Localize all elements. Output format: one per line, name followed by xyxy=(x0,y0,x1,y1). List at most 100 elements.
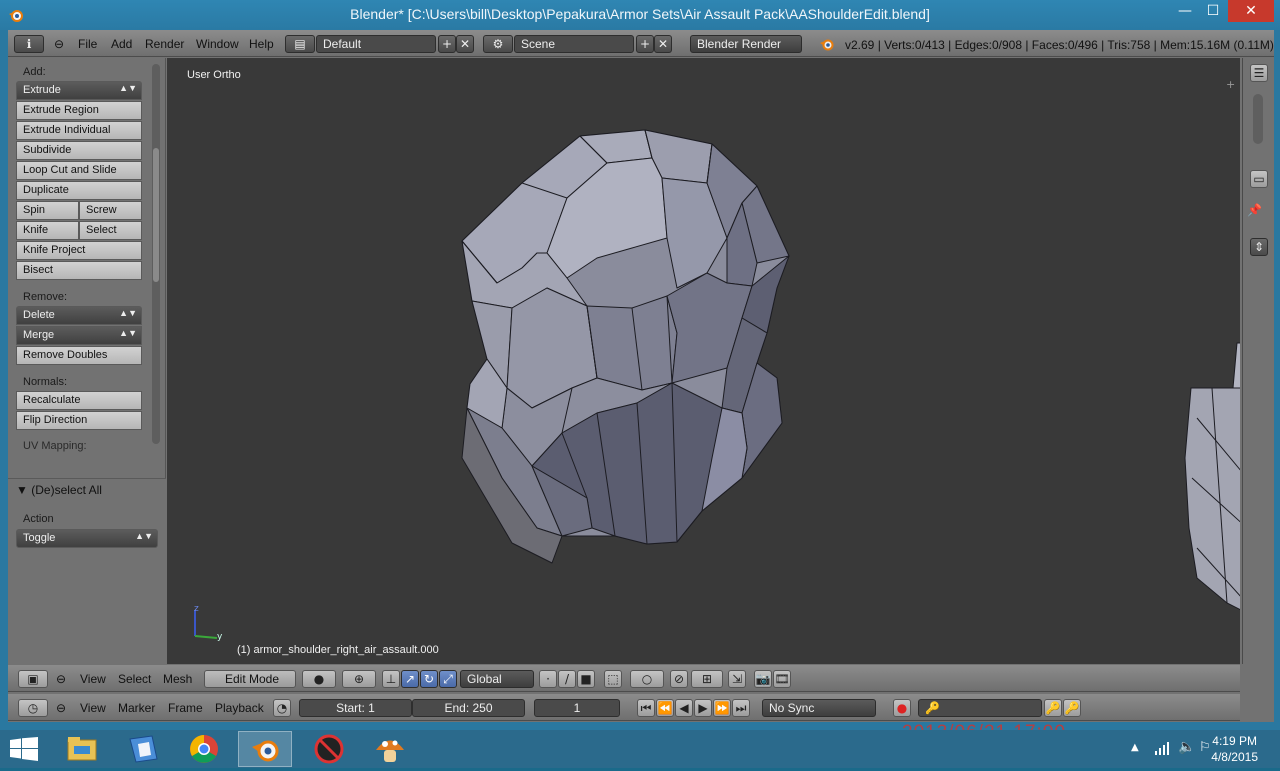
menu-window[interactable]: Window xyxy=(196,37,239,51)
minimize-button[interactable]: — xyxy=(1170,0,1200,22)
properties-toggle-icon[interactable]: + xyxy=(1226,78,1235,91)
blocked-app-icon[interactable] xyxy=(302,731,356,767)
action-center-icon[interactable]: ⚐ xyxy=(1199,740,1211,755)
3d-viewport[interactable]: User Ortho z y (1) armor_shoulder_right_… xyxy=(167,58,1240,664)
menu-frame[interactable]: Frame xyxy=(168,701,203,715)
vertex-select-icon[interactable]: · xyxy=(539,670,557,688)
system-clock[interactable]: 4:19 PM 4/8/2015 xyxy=(1211,733,1258,765)
properties-context-icon[interactable]: ⇕ xyxy=(1250,238,1268,256)
menu-add[interactable]: Add xyxy=(111,37,132,51)
collapse-menu-icon[interactable]: ⊖ xyxy=(56,701,66,715)
pepakura-icon[interactable] xyxy=(116,731,170,767)
knife-select-button[interactable]: Select xyxy=(79,221,142,240)
menu-timeline-view[interactable]: View xyxy=(80,701,106,715)
bisect-button[interactable]: Bisect xyxy=(16,261,142,280)
blender-taskbar-icon[interactable] xyxy=(238,731,292,767)
screen-layout-icon[interactable]: ▤ xyxy=(285,35,315,53)
end-frame-field[interactable]: End: 250 xyxy=(412,699,525,717)
properties-icon[interactable]: ▭ xyxy=(1250,170,1268,188)
maximize-button[interactable]: ☐ xyxy=(1198,0,1228,22)
editor-type-info-icon[interactable]: ℹ xyxy=(14,35,44,53)
scene-icon[interactable]: ⚙ xyxy=(483,35,513,53)
file-explorer-icon[interactable] xyxy=(55,731,109,767)
tool-shelf-scrollbar[interactable] xyxy=(152,64,160,444)
current-frame-field[interactable]: 1 xyxy=(534,699,620,717)
operator-panel-header[interactable]: ▼ (De)select All xyxy=(16,483,102,497)
snap-element-icon[interactable]: ⊞ xyxy=(691,670,723,688)
remove-doubles-button[interactable]: Remove Doubles xyxy=(16,346,142,365)
outliner-icon[interactable]: ☰ xyxy=(1250,64,1268,82)
render-image-icon[interactable]: 📷 xyxy=(754,670,772,688)
close-button[interactable]: ✕ xyxy=(1228,0,1274,22)
extrude-individual-button[interactable]: Extrude Individual xyxy=(16,121,142,140)
scene-field[interactable]: Scene xyxy=(514,35,634,53)
scale-manipulator-icon[interactable]: ⤢ xyxy=(439,670,457,688)
extrude-dropdown[interactable]: Extrude ▲▼ xyxy=(16,81,142,100)
flip-direction-button[interactable]: Flip Direction xyxy=(16,411,142,430)
show-hidden-icons-icon[interactable]: ▲ xyxy=(1131,742,1139,753)
face-select-icon[interactable]: ■ xyxy=(577,670,595,688)
recalculate-button[interactable]: Recalculate xyxy=(16,391,142,410)
prev-keyframe-icon[interactable]: ⏪ xyxy=(656,699,674,717)
sync-dropdown[interactable]: No Sync xyxy=(762,699,876,717)
collapse-menu-icon[interactable]: ⊖ xyxy=(54,37,64,51)
rotate-manipulator-icon[interactable]: ↻ xyxy=(420,670,438,688)
menu-help[interactable]: Help xyxy=(249,37,274,51)
pivot-point-icon[interactable]: ⊕ xyxy=(342,670,376,688)
menu-select[interactable]: Select xyxy=(118,672,151,686)
play-icon[interactable]: ▶ xyxy=(694,699,712,717)
menu-view[interactable]: View xyxy=(80,672,106,686)
screw-button[interactable]: Screw xyxy=(79,201,142,220)
shoulder-armor-mesh[interactable] xyxy=(167,58,1240,664)
mode-dropdown[interactable]: Edit Mode xyxy=(204,670,296,688)
spin-button[interactable]: Spin xyxy=(16,201,79,220)
keying-set-field[interactable]: 🔑 xyxy=(918,699,1042,717)
limit-selection-icon[interactable]: ⬚ xyxy=(604,670,622,688)
knife-button[interactable]: Knife xyxy=(16,221,79,240)
delete-dropdown[interactable]: Delete ▲▼ xyxy=(16,306,142,325)
duplicate-button[interactable]: Duplicate xyxy=(16,181,142,200)
jump-start-icon[interactable]: ⏮ xyxy=(637,699,655,717)
render-engine-dropdown[interactable]: Blender Render xyxy=(690,35,802,53)
add-layout-icon[interactable]: + xyxy=(438,35,456,53)
menu-render[interactable]: Render xyxy=(145,37,184,51)
proportional-edit-icon[interactable]: ○ xyxy=(630,670,664,688)
chrome-icon[interactable] xyxy=(177,731,231,767)
volume-icon[interactable]: 🔈 xyxy=(1178,739,1195,755)
mushroom-app-icon[interactable] xyxy=(363,731,417,767)
windows-start-icon[interactable] xyxy=(10,737,38,761)
start-frame-field[interactable]: Start: 1 xyxy=(299,699,412,717)
extrude-region-button[interactable]: Extrude Region xyxy=(16,101,142,120)
knife-project-button[interactable]: Knife Project xyxy=(16,241,142,260)
remove-layout-icon[interactable]: ✕ xyxy=(456,35,474,53)
network-icon[interactable] xyxy=(1154,741,1170,755)
loop-cut-button[interactable]: Loop Cut and Slide xyxy=(16,161,142,180)
next-keyframe-icon[interactable]: ⏩ xyxy=(713,699,731,717)
menu-playback[interactable]: Playback xyxy=(215,701,264,715)
play-reverse-icon[interactable]: ◀ xyxy=(675,699,693,717)
editor-type-3dview-icon[interactable]: ▣ xyxy=(18,670,48,688)
layout-field[interactable]: Default xyxy=(316,35,436,53)
delete-keyframe-icon[interactable]: 🔑 xyxy=(1063,699,1081,717)
viewport-shading-icon[interactable]: ● xyxy=(302,670,336,688)
remove-scene-icon[interactable]: ✕ xyxy=(654,35,672,53)
add-scene-icon[interactable]: + xyxy=(636,35,654,53)
merge-dropdown[interactable]: Merge ▲▼ xyxy=(16,326,142,345)
editor-type-timeline-icon[interactable]: ◷ xyxy=(18,699,48,717)
layers-icon[interactable]: ⇲ xyxy=(728,670,746,688)
menu-mesh[interactable]: Mesh xyxy=(163,672,192,686)
pin-icon[interactable]: 📌 xyxy=(1247,203,1262,217)
manipulator-toggle-icon[interactable]: ⊥ xyxy=(382,670,400,688)
preview-range-icon[interactable]: ◔ xyxy=(273,699,291,717)
translate-manipulator-icon[interactable]: ↗ xyxy=(401,670,419,688)
jump-end-icon[interactable]: ⏭ xyxy=(732,699,750,717)
outliner-scrollbar[interactable] xyxy=(1253,94,1263,144)
insert-keyframe-icon[interactable]: 🔑 xyxy=(1044,699,1062,717)
menu-file[interactable]: File xyxy=(78,37,97,51)
edge-select-icon[interactable]: / xyxy=(558,670,576,688)
subdivide-button[interactable]: Subdivide xyxy=(16,141,142,160)
action-dropdown[interactable]: Toggle ▲▼ xyxy=(16,529,158,548)
transform-orientation-dropdown[interactable]: Global xyxy=(460,670,534,688)
snap-toggle-icon[interactable]: ⊘ xyxy=(670,670,688,688)
render-animation-icon[interactable]: 🎞 xyxy=(773,670,791,688)
